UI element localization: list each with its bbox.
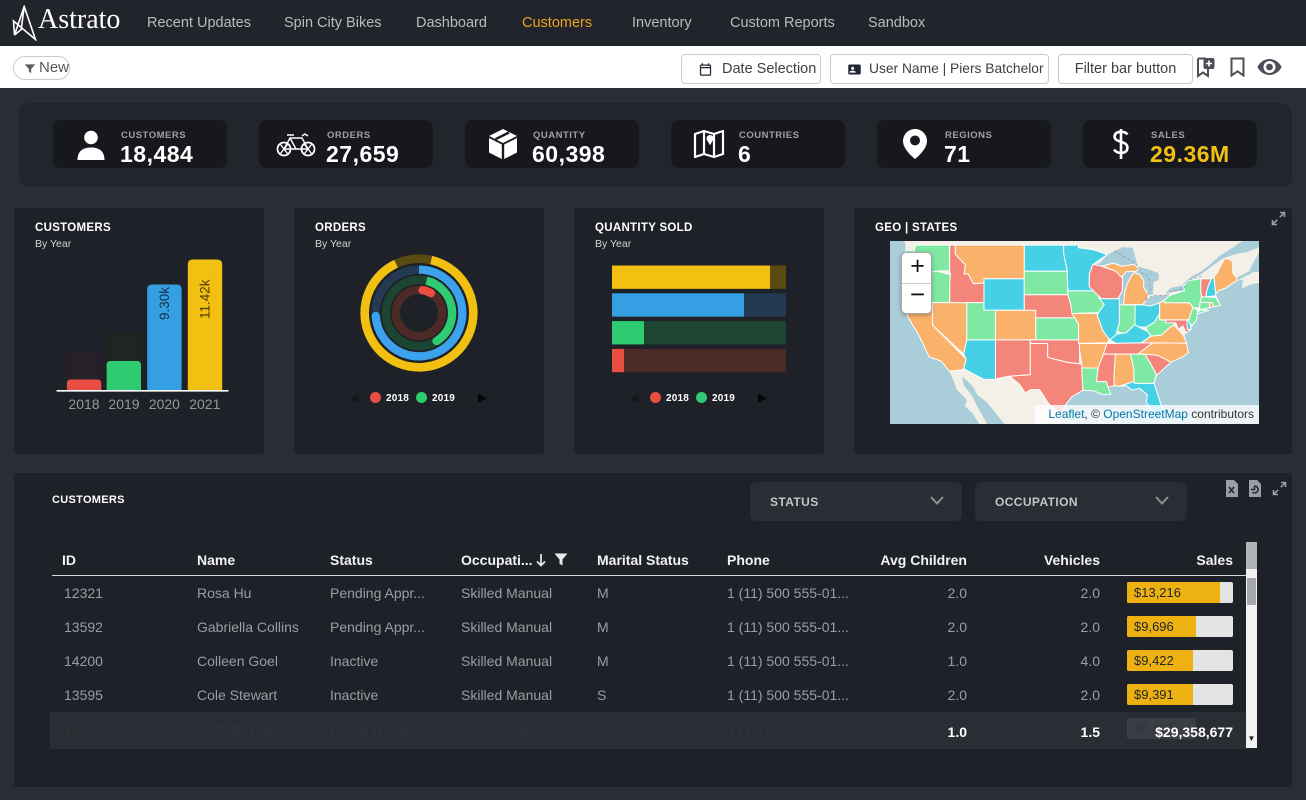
svg-text:9.30k: 9.30k xyxy=(157,287,172,320)
svg-text:2019: 2019 xyxy=(108,396,139,412)
svg-text:2020: 2020 xyxy=(149,396,180,412)
svg-text:2021: 2021 xyxy=(189,396,220,412)
svg-text:11.42k: 11.42k xyxy=(198,279,213,319)
svg-text:2018: 2018 xyxy=(68,396,99,412)
